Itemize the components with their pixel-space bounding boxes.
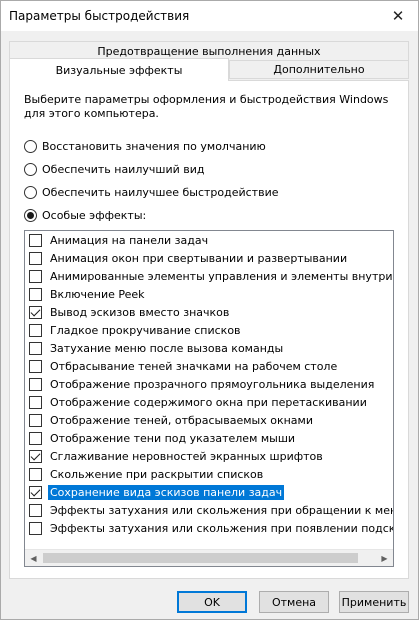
radio-button[interactable]: [24, 162, 37, 176]
effect-checkbox[interactable]: [29, 233, 42, 247]
effect-item[interactable]: Гладкое прокручивание списков: [25, 321, 393, 339]
effect-item[interactable]: Отбрасывание теней значками на рабочем с…: [25, 357, 393, 375]
effect-checkbox[interactable]: [29, 395, 42, 409]
tab-strip: Предотвращение выполнения данных Визуаль…: [9, 41, 409, 81]
effect-checkbox[interactable]: [29, 377, 42, 391]
tab-visual-effects[interactable]: Визуальные эффекты: [9, 58, 229, 81]
effect-item[interactable]: Вывод эскизов вместо значков: [25, 303, 393, 321]
effect-label: Анимация на панели задач: [50, 233, 209, 247]
radio-label: Обеспечить наилучший вид: [42, 162, 205, 176]
effect-item[interactable]: Затухание меню после вызова команды: [25, 339, 393, 357]
visual-effects-panel: Выберите параметры оформления и быстроде…: [9, 80, 409, 579]
effect-checkbox[interactable]: [29, 323, 42, 337]
effect-checkbox[interactable]: [29, 341, 42, 355]
title-bar[interactable]: Параметры быстродействия ✕: [1, 1, 418, 31]
effect-label: Анимация окон при свертывании и разверты…: [50, 251, 348, 265]
effects-list: Анимация на панели задач Анимация окон пр…: [25, 231, 393, 549]
radio-button[interactable]: [24, 185, 37, 199]
effect-label: Отображение прозрачного прямоугольника в…: [50, 377, 375, 391]
scroll-right-icon[interactable]: ▶: [376, 550, 393, 566]
radio-custom[interactable]: Особые эффекты:: [24, 206, 146, 224]
effect-item[interactable]: Отображение содержимого окна при перетас…: [25, 393, 393, 411]
effect-label: Эффекты затухания или скольжения при поя…: [50, 521, 393, 535]
effect-checkbox[interactable]: [29, 431, 42, 445]
apply-button[interactable]: Применить: [339, 591, 409, 613]
effect-checkbox[interactable]: [29, 287, 42, 301]
effect-label: Вывод эскизов вместо значков: [50, 305, 230, 319]
effect-item[interactable]: Анимированные элементы управления и элем…: [25, 267, 393, 285]
cancel-button[interactable]: Отмена: [259, 591, 329, 613]
effect-label: Отбрасывание теней значками на рабочем с…: [50, 359, 338, 373]
effect-checkbox[interactable]: [29, 359, 42, 373]
effect-item[interactable]: Анимация на панели задач: [25, 231, 393, 249]
radio-label: Восстановить значения по умолчанию: [42, 139, 266, 153]
effect-label: Сохранение вида эскизов панели задач: [48, 484, 285, 500]
effect-checkbox[interactable]: [29, 467, 42, 481]
close-icon[interactable]: ✕: [378, 1, 418, 31]
description-text: Выберите параметры оформления и быстроде…: [24, 93, 389, 120]
effect-item[interactable]: Эффекты затухания или скольжения при обр…: [25, 501, 393, 519]
effect-item[interactable]: Сглаживание неровностей экранных шрифтов: [25, 447, 393, 465]
effect-label: Гладкое прокручивание списков: [50, 323, 241, 337]
effect-label: Отображение тени под указателем мыши: [50, 431, 296, 445]
radio-best-appearance[interactable]: Обеспечить наилучший вид: [24, 160, 204, 178]
effect-label: Включение Peek: [50, 287, 145, 301]
radio-label: Обеспечить наилучшее быстродействие: [42, 185, 279, 199]
effect-label: Анимированные элементы управления и элем…: [50, 269, 393, 283]
effect-checkbox[interactable]: [29, 251, 42, 265]
effect-item[interactable]: Отображение прозрачного прямоугольника в…: [25, 375, 393, 393]
tab-advanced[interactable]: Дополнительно: [229, 60, 409, 79]
effect-label: Отображение теней, отбрасываемых окнами: [50, 413, 313, 427]
effects-listbox[interactable]: Анимация на панели задач Анимация окон пр…: [24, 230, 394, 567]
performance-options-window: Параметры быстродействия ✕ Предотвращени…: [0, 0, 419, 620]
effect-label: Затухание меню после вызова команды: [50, 341, 284, 355]
effect-item[interactable]: Анимация окон при свертывании и разверты…: [25, 249, 393, 267]
radio-best-performance[interactable]: Обеспечить наилучшее быстродействие: [24, 183, 278, 201]
radio-label: Особые эффекты:: [42, 208, 147, 222]
window-title: Параметры быстродействия: [9, 9, 190, 23]
effect-checkbox[interactable]: [29, 521, 42, 535]
effect-checkbox[interactable]: [29, 485, 42, 499]
effect-checkbox[interactable]: [29, 413, 42, 427]
effect-checkbox[interactable]: [29, 305, 42, 319]
effect-item[interactable]: Отображение тени под указателем мыши: [25, 429, 393, 447]
scroll-thumb[interactable]: [43, 553, 358, 563]
effect-label: Отображение содержимого окна при перетас…: [50, 395, 367, 409]
radio-button[interactable]: [24, 139, 37, 153]
effect-label: Сглаживание неровностей экранных шрифтов: [50, 449, 323, 463]
effect-item[interactable]: Эффекты затухания или скольжения при поя…: [25, 519, 393, 537]
radio-button[interactable]: [24, 208, 37, 222]
effect-item[interactable]: Сохранение вида эскизов панели задач: [25, 483, 393, 501]
effect-item[interactable]: Включение Peek: [25, 285, 393, 303]
effect-item[interactable]: Отображение теней, отбрасываемых окнами: [25, 411, 393, 429]
radio-restore-defaults[interactable]: Восстановить значения по умолчанию: [24, 137, 266, 155]
effect-checkbox[interactable]: [29, 503, 42, 517]
effect-item[interactable]: Скольжение при раскрытии списков: [25, 465, 393, 483]
effect-checkbox[interactable]: [29, 269, 42, 283]
effect-checkbox[interactable]: [29, 449, 42, 463]
horizontal-scrollbar[interactable]: ◀ ▶: [25, 549, 393, 566]
ok-button[interactable]: OK: [177, 591, 247, 613]
scroll-left-icon[interactable]: ◀: [25, 550, 42, 566]
effect-label: Эффекты затухания или скольжения при обр…: [50, 503, 393, 517]
effect-label: Скольжение при раскрытии списков: [50, 467, 264, 481]
